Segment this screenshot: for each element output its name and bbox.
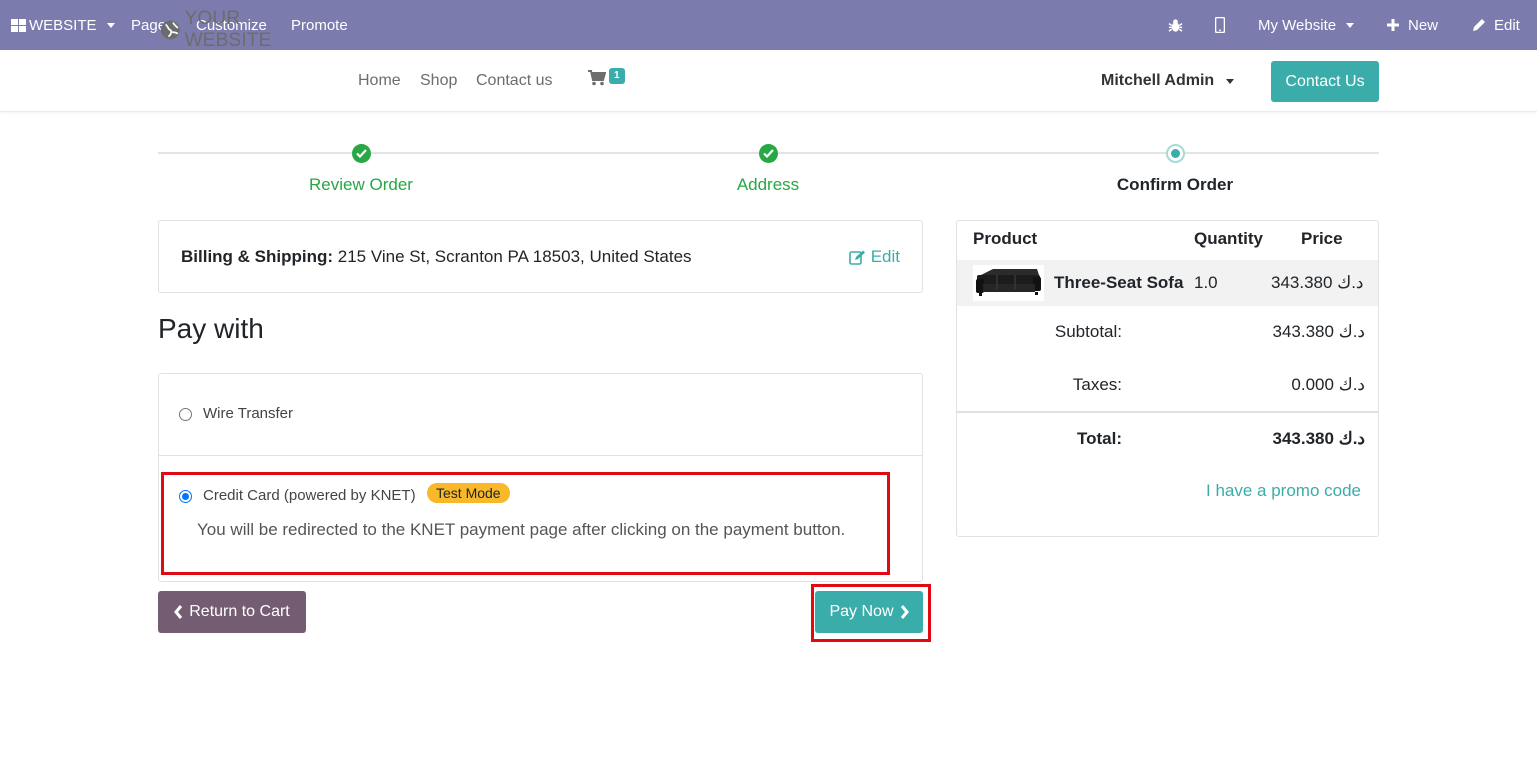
cart-count-badge: 1 xyxy=(609,68,625,84)
return-to-cart-button[interactable]: Return to Cart xyxy=(158,591,306,633)
nav-home[interactable]: Home xyxy=(358,72,401,90)
logo-text: YOUR WEBSITE xyxy=(184,8,272,51)
billing-address-text: Billing & Shipping: 215 Vine St, Scranto… xyxy=(181,247,692,267)
wire-transfer-radio[interactable] xyxy=(179,408,192,421)
taxes-value: 0.000 د.ك xyxy=(1291,375,1365,394)
step-review-order[interactable]: Review Order xyxy=(261,175,461,195)
cart-link[interactable] xyxy=(588,70,607,91)
divider xyxy=(159,455,922,456)
shopping-cart-icon xyxy=(588,70,607,86)
billing-shipping-card: Billing & Shipping: 215 Vine St, Scranto… xyxy=(158,220,923,293)
subtotal-value: 343.380 د.ك xyxy=(1272,322,1366,341)
pay-with-heading: Pay with xyxy=(158,313,264,344)
pay-now-button[interactable]: Pay Now xyxy=(815,591,923,633)
step-address-check-icon xyxy=(759,144,778,163)
subtotal-label: Subtotal: xyxy=(1054,322,1122,341)
step-address[interactable]: Address xyxy=(668,175,868,195)
product-price: 343.380 د.ك xyxy=(1271,273,1364,292)
nav-shop[interactable]: Shop xyxy=(420,72,457,90)
my-website-label: My Website xyxy=(1258,16,1337,34)
summary-header-quantity: Quantity xyxy=(1194,229,1263,248)
site-logo[interactable]: YOUR WEBSITE xyxy=(160,8,323,52)
edit-label: Edit xyxy=(870,247,900,266)
chevron-right-icon xyxy=(900,605,909,619)
pencil-icon xyxy=(1473,19,1485,31)
step-confirm-order: Confirm Order xyxy=(1116,175,1234,194)
globe-icon xyxy=(160,20,180,40)
summary-divider xyxy=(957,411,1378,413)
chevron-down-icon xyxy=(1226,78,1235,84)
bug-icon xyxy=(1168,18,1183,32)
plus-icon xyxy=(1387,19,1399,31)
taxes-label: Taxes: xyxy=(1072,375,1122,394)
sofa-product-image[interactable] xyxy=(973,265,1044,301)
credit-card-radio[interactable] xyxy=(179,490,192,503)
my-website-menu[interactable]: My Website xyxy=(1258,0,1355,50)
summary-header-product: Product xyxy=(973,229,1038,248)
website-menu[interactable]: WEBSITE xyxy=(11,0,115,50)
user-menu[interactable]: Mitchell Admin xyxy=(1101,72,1235,90)
chevron-down-icon xyxy=(106,22,115,28)
step-confirm-indicator xyxy=(1166,144,1185,163)
pay-now-label: Pay Now xyxy=(829,603,894,620)
user-name: Mitchell Admin xyxy=(1101,72,1215,89)
summary-header-price: Price xyxy=(1301,229,1343,248)
edit-button[interactable]: Edit xyxy=(1472,0,1520,50)
credit-card-label[interactable]: Credit Card (powered by KNET) xyxy=(203,487,416,504)
total-label: Total: xyxy=(1076,429,1122,448)
mobile-icon xyxy=(1215,17,1225,33)
new-label: New xyxy=(1408,16,1439,34)
promo-code-link[interactable]: I have a promo code xyxy=(1206,481,1361,501)
total-value: 343.380 د.ك xyxy=(1272,429,1366,448)
product-quantity: 1.0 xyxy=(1194,273,1218,292)
website-menu-label: WEBSITE xyxy=(29,16,97,34)
return-to-cart-label: Return to Cart xyxy=(189,603,290,620)
debug-button[interactable] xyxy=(1168,0,1183,50)
chevron-left-icon xyxy=(174,605,183,619)
test-mode-badge: Test Mode xyxy=(427,483,510,503)
edit-icon xyxy=(848,250,865,265)
wire-transfer-label[interactable]: Wire Transfer xyxy=(203,405,293,422)
mobile-preview-button[interactable] xyxy=(1215,0,1225,50)
edit-address-link[interactable]: Edit xyxy=(848,247,900,267)
billing-label: Billing & Shipping: xyxy=(181,247,334,266)
apps-grid-icon xyxy=(11,18,26,32)
new-button[interactable]: New xyxy=(1387,0,1438,50)
redirect-note: You will be redirected to the KNET payme… xyxy=(197,520,846,539)
product-name-link[interactable]: Three-Seat Sofa xyxy=(1054,273,1183,293)
contact-us-button[interactable]: Contact Us xyxy=(1271,61,1379,102)
step-review-check-icon xyxy=(352,144,371,163)
billing-address: 215 Vine St, Scranton PA 18503, United S… xyxy=(333,247,692,266)
edit-label: Edit xyxy=(1494,16,1520,34)
nav-contact-us[interactable]: Contact us xyxy=(476,72,552,90)
chevron-down-icon xyxy=(1346,22,1355,28)
